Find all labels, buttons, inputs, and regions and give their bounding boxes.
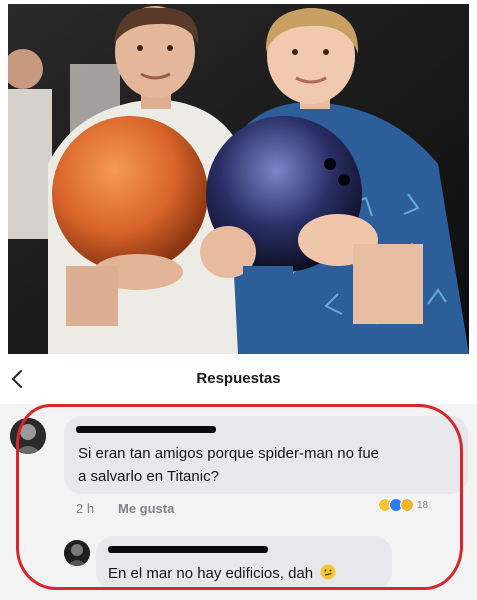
comment-text: Si eran tan amigos porque spider-man no … [78,445,380,485]
commenter-avatar[interactable] [10,418,46,454]
redacted-reply-author-name [108,546,268,553]
reaction-summary[interactable]: 18 [378,498,428,512]
replies-panel: Respuestas Si eran tan amigos porque spi… [0,356,477,600]
like-link[interactable]: Me gusta [118,501,174,516]
reply-text: En el mar no hay edificios, dah [108,562,336,585]
photo [8,4,469,354]
photo-illustration [8,4,469,354]
comment-time: 2 h [76,501,95,516]
reaction-count: 18 [417,499,429,511]
header-bar: Respuestas [0,356,477,404]
comment-bubble: Si eran tan amigos porque spider-man no … [64,416,468,494]
reply-bubble: En el mar no hay edificios, dah [96,536,392,590]
wow-icon [400,498,414,512]
redacted-author-name [76,426,216,433]
reply-avatar[interactable] [64,540,90,566]
page-title: Respuestas [196,370,281,387]
smirk-emoji-icon [320,564,336,580]
